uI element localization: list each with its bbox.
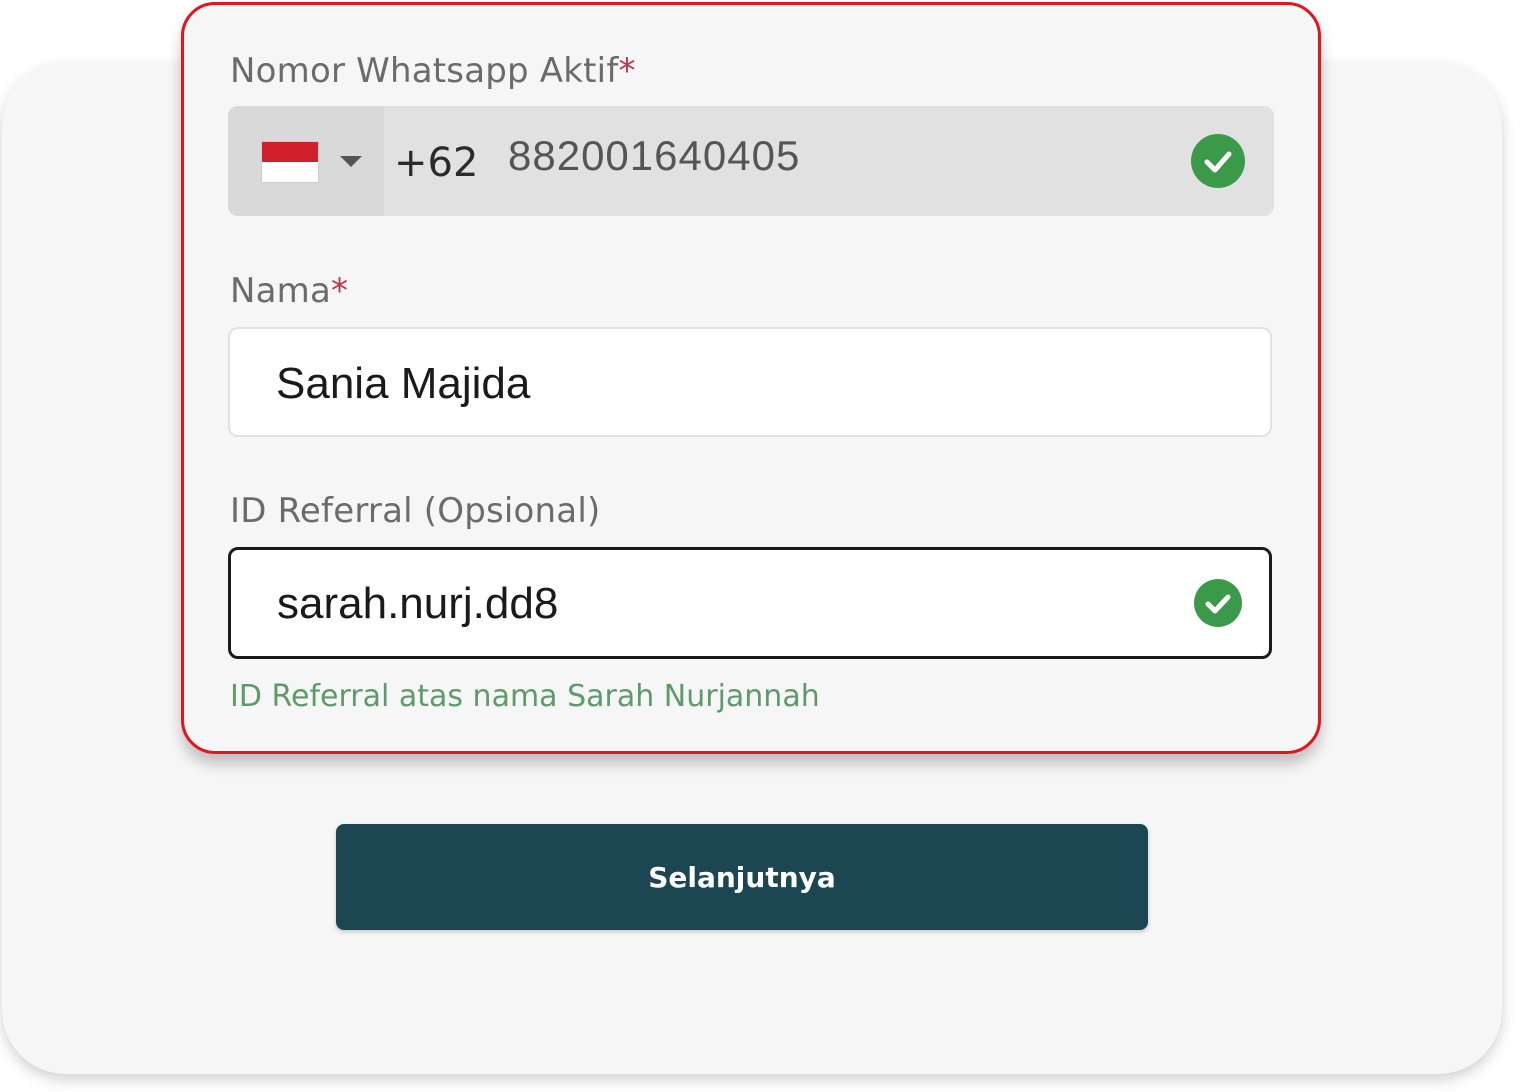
required-mark: * — [618, 51, 636, 91]
phone-input[interactable]: 882001640405 — [508, 132, 800, 180]
referral-label: ID Referral (Opsional) — [230, 491, 600, 531]
indonesia-flag-icon — [262, 142, 318, 182]
check-circle-icon — [1191, 134, 1245, 188]
referral-field[interactable]: sarah.nurj.dd8 — [228, 547, 1272, 659]
name-label-text: Nama — [230, 271, 332, 311]
name-label: Nama* — [230, 271, 348, 311]
highlighted-form-section: Nomor Whatsapp Aktif* +62 882001640405 N… — [181, 2, 1321, 754]
name-field[interactable]: Sania Majida — [228, 327, 1272, 437]
dial-code: +62 — [394, 140, 479, 186]
referral-helper-text: ID Referral atas nama Sarah Nurjannah — [230, 679, 820, 714]
name-input[interactable]: Sania Majida — [276, 359, 530, 409]
phone-field[interactable]: +62 882001640405 — [228, 106, 1274, 216]
country-code-selector[interactable] — [228, 106, 384, 216]
chevron-down-icon — [340, 156, 362, 167]
referral-input[interactable]: sarah.nurj.dd8 — [277, 579, 558, 629]
phone-label-text: Nomor Whatsapp Aktif — [230, 51, 619, 91]
phone-label: Nomor Whatsapp Aktif* — [230, 51, 636, 91]
referral-label-text: ID Referral (Opsional) — [230, 491, 601, 531]
next-button[interactable]: Selanjutnya — [336, 824, 1148, 930]
check-circle-icon — [1194, 579, 1242, 627]
required-mark: * — [331, 271, 349, 311]
next-button-label: Selanjutnya — [648, 860, 836, 894]
